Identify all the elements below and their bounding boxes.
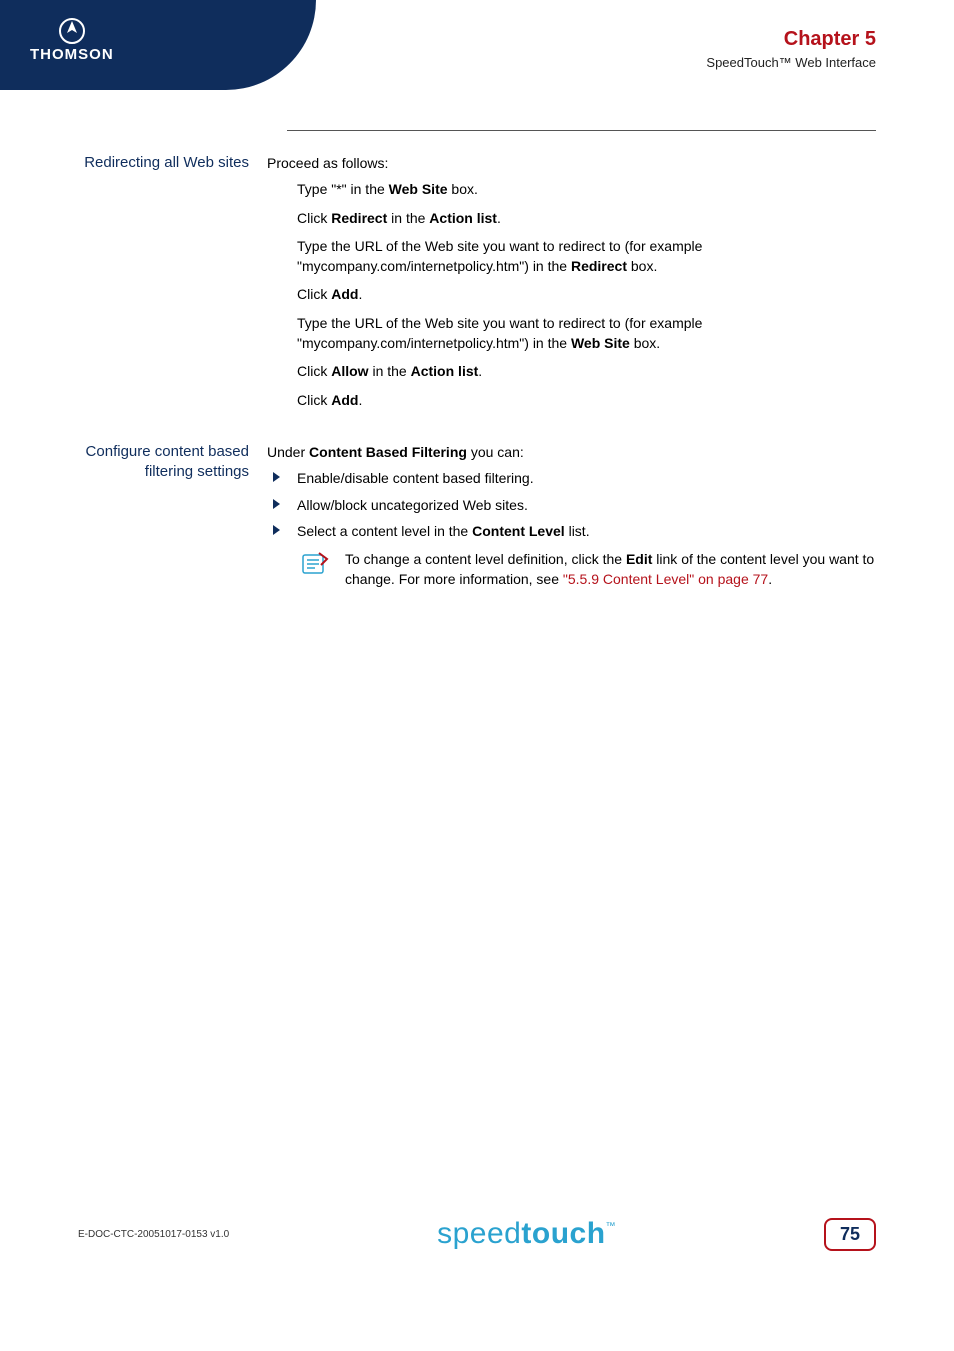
doc-code: E-DOC-CTC-20051017-0153 v1.0 [78, 1229, 229, 1240]
speedtouch-logo: speedtouch™ [437, 1217, 616, 1251]
body-redirecting: Proceed as follows: Type "*" in the Web … [267, 153, 876, 418]
section-redirecting: Redirecting all Web sites Proceed as fol… [82, 153, 876, 418]
brand-logo: THOMSON [30, 18, 114, 63]
step-6: Click Allow in the Action list. [297, 361, 876, 381]
page-number: 75 [824, 1218, 876, 1251]
side-label-redirecting: Redirecting all Web sites [82, 153, 267, 418]
bullet-3: Select a content level in the Content Le… [267, 521, 876, 541]
thomson-logo-icon [59, 18, 85, 44]
page-header: THOMSON Chapter 5 SpeedTouch™ Web Interf… [0, 0, 954, 90]
page-footer: E-DOC-CTC-20051017-0153 v1.0 speedtouch™… [78, 1217, 876, 1251]
side-label-content-filtering: Configure content based filtering settin… [82, 442, 267, 590]
note-row: To change a content level definition, cl… [267, 549, 876, 590]
step-5: Type the URL of the Web site you want to… [297, 313, 876, 354]
content-level-link[interactable]: "5.5.9 Content Level" on page 77 [563, 571, 768, 587]
chapter-title: Chapter 5 [706, 28, 876, 51]
step-1: Type "*" in the Web Site box. [297, 179, 876, 199]
section-content-filtering: Configure content based filtering settin… [82, 442, 876, 590]
bullet-1: Enable/disable content based filtering. [267, 468, 876, 488]
note-text: To change a content level definition, cl… [345, 549, 876, 590]
header-right: Chapter 5 SpeedTouch™ Web Interface [706, 28, 876, 70]
cbf-intro: Under Content Based Filtering you can: [267, 442, 876, 462]
intro-text: Proceed as follows: [267, 153, 876, 173]
brand-name: THOMSON [30, 46, 114, 63]
triangle-bullet-icon [273, 525, 280, 535]
bullet-2: Allow/block uncategorized Web sites. [267, 495, 876, 515]
step-4: Click Add. [297, 284, 876, 304]
section-rule [287, 130, 876, 131]
step-7: Click Add. [297, 390, 876, 410]
body-content-filtering: Under Content Based Filtering you can: E… [267, 442, 876, 590]
step-2: Click Redirect in the Action list. [297, 208, 876, 228]
step-3: Type the URL of the Web site you want to… [297, 236, 876, 277]
page-content: Redirecting all Web sites Proceed as fol… [0, 130, 954, 614]
note-icon [301, 551, 329, 575]
chapter-subtitle: SpeedTouch™ Web Interface [706, 55, 876, 70]
redirect-steps: Type "*" in the Web Site box. Click Redi… [267, 179, 876, 410]
triangle-bullet-icon [273, 499, 280, 509]
cbf-bullets: Enable/disable content based filtering. … [267, 468, 876, 541]
triangle-bullet-icon [273, 472, 280, 482]
